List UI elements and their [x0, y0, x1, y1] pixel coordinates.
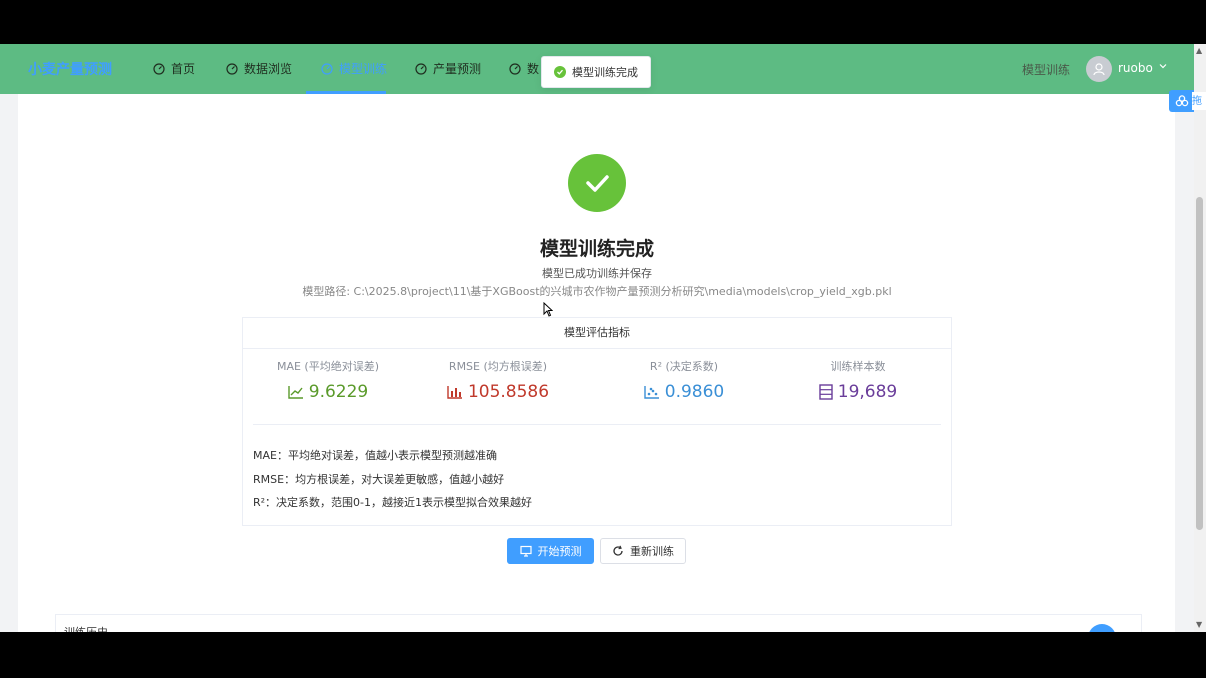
metric-label: MAE (平均绝对误差) — [276, 360, 380, 373]
scroll-down-arrow-icon[interactable]: ▼ — [1196, 620, 1202, 629]
metric-value: 0.9860 — [599, 382, 769, 402]
screen-top-border — [0, 0, 1206, 44]
side-widget-button[interactable] — [1169, 90, 1194, 112]
metric-value-text: 9.6229 — [308, 382, 369, 402]
refresh-icon — [613, 545, 623, 556]
dashboard-icon — [153, 62, 165, 75]
history-title: 训练历史 — [64, 624, 108, 632]
start-prediction-button[interactable]: 开始预测 — [507, 538, 594, 564]
metric-value: 19,689 — [773, 382, 943, 402]
scroll-thumb[interactable] — [1196, 197, 1203, 530]
nav-label: 首页 — [171, 62, 196, 76]
line-chart-icon — [288, 386, 303, 399]
nav-item-data-browse[interactable]: 数据浏览 — [226, 60, 292, 77]
check-icon — [586, 175, 609, 192]
scroll-up-arrow-icon[interactable]: ▲ — [1196, 46, 1202, 55]
scatter-chart-icon — [644, 386, 659, 399]
note-rmse: RMSE：均方根误差，对大误差更敏感，值越小越好 — [253, 473, 505, 486]
dashboard-icon — [415, 62, 427, 75]
metrics-panel: 模型评估指标 MAE (平均绝对误差) 9.6229 RMSE (均方根误差) … — [242, 317, 952, 526]
widget-icon — [1175, 95, 1188, 107]
note-mae: MAE：平均绝对误差，值越小表示模型预测越准确 — [253, 449, 497, 462]
button-label: 开始预测 — [537, 545, 582, 558]
retrain-button[interactable]: 重新训练 — [600, 538, 686, 564]
dashboard-icon — [226, 62, 238, 75]
metric-mae: MAE (平均绝对误差) 9.6229 — [243, 358, 413, 402]
metric-label: 训练样本数 — [830, 360, 886, 373]
bar-chart-icon — [447, 386, 462, 399]
nav-label: 模型训练 — [339, 62, 388, 76]
metrics-divider — [253, 424, 941, 425]
nav-item-yield-prediction[interactable]: 产量预测 — [415, 60, 481, 77]
nav-label: 数 — [527, 62, 540, 76]
user-icon — [1093, 63, 1105, 76]
avatar[interactable] — [1086, 56, 1112, 82]
metric-value: 105.8586 — [413, 382, 583, 402]
brand-logo[interactable]: 小麦产量预测 — [28, 59, 112, 79]
nav-item-data-more[interactable]: 数 — [509, 60, 539, 77]
model-path: 模型路径: C:\2025.8\project\11\基于XGBoost的兴城市… — [302, 285, 892, 298]
username[interactable]: ruobo — [1118, 61, 1153, 75]
metric-r2: R² (决定系数) 0.9860 — [599, 358, 769, 402]
success-icon — [554, 66, 566, 78]
database-icon — [819, 384, 833, 400]
metric-rmse: RMSE (均方根误差) 105.8586 — [413, 358, 583, 402]
result-subtitle: 模型已成功训练并保存 — [542, 267, 652, 280]
metric-sample-count: 训练样本数 19,689 — [773, 358, 943, 402]
training-history-card: 训练历史 — [55, 614, 1142, 632]
metrics-header: 模型评估指标 — [243, 318, 951, 349]
mouse-cursor-icon — [543, 302, 553, 317]
side-widget-label[interactable]: 拖 — [1192, 92, 1206, 110]
browser-viewport: 小麦产量预测 首页 数据浏览 模型训练 产量预测 数 模型训练 ruobo 模型… — [0, 44, 1194, 632]
nav-label: 产量预测 — [433, 62, 482, 76]
metric-label: R² (决定系数) — [649, 360, 719, 373]
nav-label: 数据浏览 — [244, 62, 293, 76]
monitor-icon — [519, 545, 532, 557]
dashboard-icon — [509, 62, 521, 75]
screen-bottom-border — [0, 632, 1206, 678]
success-toast: 模型训练完成 — [541, 56, 651, 88]
toast-message: 模型训练完成 — [572, 66, 638, 79]
metric-value: 9.6229 — [243, 382, 413, 402]
result-title: 模型训练完成 — [539, 238, 654, 260]
metric-label: RMSE (均方根误差) — [448, 360, 548, 373]
nav-item-home[interactable]: 首页 — [153, 60, 195, 77]
header-page-label: 模型训练 — [1022, 63, 1071, 77]
metric-value-text: 0.9860 — [664, 382, 725, 402]
chevron-down-icon[interactable] — [1158, 61, 1168, 71]
page-scrollbar[interactable]: ▲ ▼ — [1194, 44, 1206, 632]
metric-value-text: 105.8586 — [467, 382, 550, 402]
note-r2: R²：决定系数，范围0-1，越接近1表示模型拟合效果越好 — [253, 496, 533, 509]
dashboard-icon — [321, 62, 333, 75]
button-label: 重新训练 — [630, 545, 674, 558]
nav-item-model-training[interactable]: 模型训练 — [321, 60, 387, 77]
success-badge — [568, 154, 626, 212]
metric-value-text: 19,689 — [837, 382, 898, 402]
